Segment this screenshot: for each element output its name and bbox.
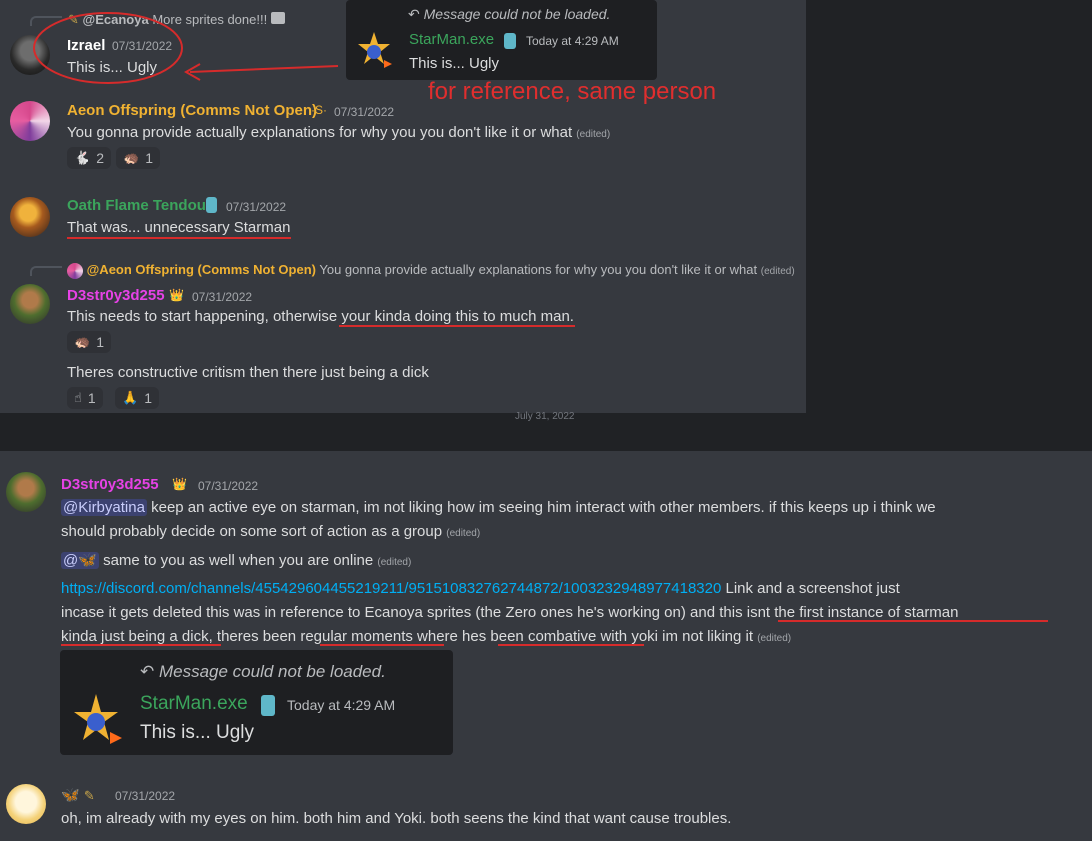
reaction[interactable]: 🦔 1 bbox=[67, 331, 111, 353]
message-text: should probably decide on some sort of a… bbox=[61, 523, 480, 540]
date-divider: July 31, 2022 bbox=[515, 411, 575, 422]
message-text: This needs to start happening, otherwise… bbox=[67, 308, 574, 325]
reply-preview[interactable]: @Aeon Offspring (Comms Not Open) You gon… bbox=[67, 262, 795, 279]
pointing-up-icon: ☝ bbox=[74, 390, 82, 405]
reply-connector bbox=[30, 266, 62, 276]
avatar[interactable] bbox=[6, 784, 46, 824]
sprite-badge-icon: ✎ bbox=[83, 788, 95, 803]
embed-text: This is... Ugly bbox=[409, 55, 500, 72]
red-underline bbox=[339, 325, 575, 327]
starman-sprite-icon bbox=[354, 30, 394, 74]
message-text: kinda just being a dick, theres been reg… bbox=[61, 628, 791, 645]
reaction-count: 2 bbox=[96, 150, 104, 166]
timestamp: 07/31/2022 bbox=[226, 200, 287, 214]
avatar[interactable] bbox=[6, 472, 46, 512]
embed-author: StarMan.exe bbox=[140, 693, 248, 714]
reply-author-avatar bbox=[67, 262, 83, 279]
rabbit-icon: 🐇 bbox=[74, 150, 91, 165]
message-body: keep an active eye on starman, im not li… bbox=[151, 499, 936, 516]
message-link[interactable]: https://discord.com/channels/45542960445… bbox=[61, 580, 721, 597]
bot-badge-icon bbox=[261, 695, 275, 716]
role-badge: ·S· bbox=[311, 103, 327, 117]
reply-arrow-icon: ↶ bbox=[140, 662, 155, 681]
hedgehog-icon: 🦔 bbox=[74, 334, 91, 349]
background-gap bbox=[806, 0, 1092, 413]
edited-label: (edited) bbox=[757, 633, 792, 644]
starman-sprite-icon bbox=[68, 692, 124, 750]
message-embed[interactable]: ↶ Message could not be loaded. StarMan.e… bbox=[60, 650, 453, 755]
username[interactable]: Aeon Offspring (Comms Not Open) bbox=[67, 102, 317, 119]
hedgehog-icon: 🦔 bbox=[123, 150, 140, 165]
username[interactable]: 🦋 ✎ bbox=[61, 786, 95, 804]
edited-label: (edited) bbox=[576, 129, 611, 140]
avatar[interactable] bbox=[10, 284, 50, 324]
message-body: same to you as well when you are online bbox=[103, 552, 374, 569]
message-body: kinda just being a dick, theres been reg… bbox=[61, 628, 754, 645]
avatar[interactable] bbox=[10, 101, 50, 141]
message-text: Theres constructive critism then there j… bbox=[67, 364, 429, 381]
message-text: @🦋 same to you as well when you are onli… bbox=[61, 551, 411, 569]
user-mention[interactable]: @Kirbyatina bbox=[61, 499, 147, 516]
reply-author[interactable]: @Aeon Offspring (Comms Not Open) bbox=[87, 262, 316, 277]
red-underline bbox=[778, 620, 1048, 622]
edited-label: (edited) bbox=[446, 528, 481, 539]
edited-label: (edited) bbox=[377, 557, 412, 568]
reaction[interactable]: 🙏 1 bbox=[115, 387, 159, 409]
reply-text: You gonna provide actually explanations … bbox=[319, 262, 758, 277]
reaction[interactable]: 🦔 1 bbox=[116, 147, 160, 169]
timestamp: 07/31/2022 bbox=[115, 789, 176, 803]
message-body: You gonna provide actually explanations … bbox=[67, 124, 573, 141]
panel-separator: July 31, 2022 bbox=[0, 411, 1092, 451]
red-circle-annotation bbox=[33, 12, 339, 84]
reaction-count: 1 bbox=[87, 390, 96, 406]
reaction-count: 1 bbox=[144, 390, 152, 406]
message-text: incase it gets deleted this was in refer… bbox=[61, 604, 959, 621]
timestamp: 07/31/2022 bbox=[198, 479, 259, 493]
message-text: You gonna provide actually explanations … bbox=[67, 124, 610, 141]
reaction[interactable]: ☝ 1 bbox=[67, 387, 103, 409]
username[interactable]: D3str0y3d255 bbox=[61, 476, 159, 493]
embed-header: Message could not be loaded. bbox=[158, 662, 386, 681]
timestamp: 07/31/2022 bbox=[192, 290, 253, 304]
embed-timestamp: Today at 4:29 AM bbox=[526, 34, 619, 48]
edited-label: (edited) bbox=[760, 266, 795, 277]
message-text: @Kirbyatina keep an active eye on starma… bbox=[61, 499, 936, 516]
red-underline bbox=[320, 644, 444, 646]
username[interactable]: Oath Flame Tendou bbox=[67, 197, 206, 214]
message-text: That was... unnecessary Starman bbox=[67, 219, 291, 236]
message-body: should probably decide on some sort of a… bbox=[61, 523, 443, 540]
crown-icon: 👑 bbox=[169, 288, 184, 302]
embed-header: Message could not be loaded. bbox=[423, 6, 611, 22]
message-text: https://discord.com/channels/45542960445… bbox=[61, 580, 900, 597]
embed-author: StarMan.exe bbox=[409, 31, 495, 48]
bot-badge-icon bbox=[504, 33, 516, 49]
praying-hands-icon: 🙏 bbox=[122, 390, 139, 405]
message-text: oh, im already with my eyes on him. both… bbox=[61, 810, 732, 827]
message-embed[interactable]: ↶ Message could not be loaded. StarMan.e… bbox=[346, 0, 657, 80]
reply-arrow-icon: ↶ bbox=[408, 6, 420, 22]
timestamp: 07/31/2022 bbox=[334, 105, 395, 119]
user-mention[interactable]: @🦋 bbox=[61, 552, 99, 569]
message-body: Link and a screenshot just bbox=[725, 580, 900, 597]
reaction-count: 1 bbox=[145, 150, 153, 166]
annotation-text: for reference, same person bbox=[428, 78, 717, 105]
username[interactable]: D3str0y3d255 bbox=[67, 287, 165, 304]
crown-icon: 👑 bbox=[172, 477, 187, 491]
avatar[interactable] bbox=[10, 197, 50, 237]
red-underline bbox=[498, 644, 644, 646]
bot-badge-icon bbox=[206, 197, 217, 213]
red-underline bbox=[61, 644, 221, 646]
reaction-count: 1 bbox=[96, 334, 104, 350]
butterfly-icon: 🦋 bbox=[61, 787, 80, 804]
reaction[interactable]: 🐇 2 bbox=[67, 147, 111, 169]
embed-timestamp: Today at 4:29 AM bbox=[287, 697, 396, 713]
embed-text: This is... Ugly bbox=[140, 722, 255, 743]
red-underline bbox=[67, 237, 291, 239]
